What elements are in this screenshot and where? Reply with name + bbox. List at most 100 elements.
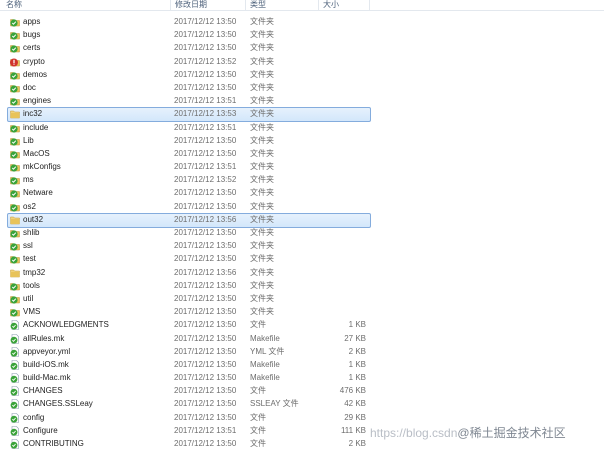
file-type: 文件夹 (250, 30, 274, 40)
tortoise-file-icon (10, 360, 20, 370)
file-size (320, 173, 366, 186)
file-row[interactable]: apps 2017/12/12 13:50 文件夹 (0, 15, 604, 28)
file-row-selected[interactable]: out32 2017/12/12 13:56 文件夹 (0, 212, 604, 229)
file-size: 1 KB (348, 373, 366, 383)
file-type: 文件夹 (250, 175, 274, 185)
file-modified-date: 2017/12/12 13:50 (174, 320, 237, 330)
column-divider[interactable] (369, 0, 370, 11)
tortoise-file-icon (10, 373, 20, 383)
file-type: 文件夹 (250, 56, 274, 66)
file-modified-date: 2017/12/12 13:50 (174, 17, 237, 26)
tortoise-folder-icon (10, 96, 20, 106)
file-name: crypto (23, 56, 45, 66)
file-modified-date: 2017/12/12 13:50 (174, 399, 237, 409)
file-size (320, 279, 366, 292)
file-row[interactable]: certs 2017/12/12 13:50 文件夹 (0, 41, 604, 54)
file-row[interactable]: VMS 2017/12/12 13:50 文件夹 (0, 305, 604, 318)
file-name: config (23, 412, 45, 422)
file-type: 文件夹 (250, 188, 274, 198)
file-size: 29 KB (344, 412, 366, 422)
file-type: 文件 (250, 386, 266, 396)
file-modified-date: 2017/12/12 13:50 (174, 228, 237, 237)
tortoise-folder-icon (10, 17, 20, 27)
file-row[interactable]: CHANGES.SSLeay 2017/12/12 13:50 SSLEAY 文件 4… (0, 397, 604, 410)
file-row[interactable]: appveyor.yml 2017/12/12 13:50 YML 文件 2 KB (0, 345, 604, 358)
column-header-date[interactable]: 修改日期 (171, 0, 245, 11)
tortoise-folder-icon (10, 175, 20, 185)
file-modified-date: 2017/12/12 13:53 (174, 109, 237, 119)
file-type: Makefile (250, 373, 280, 383)
file-type: 文件夹 (250, 280, 274, 290)
file-modified-date: 2017/12/12 13:50 (174, 280, 237, 290)
file-name: include (23, 122, 49, 132)
file-modified-date: 2017/12/12 13:52 (174, 175, 237, 185)
tortoise-folder-icon (10, 149, 20, 159)
file-type: 文件夹 (250, 267, 274, 277)
file-size: 27 KB (344, 333, 366, 343)
file-row[interactable]: doc 2017/12/12 13:50 文件夹 (0, 81, 604, 94)
tortoise-file-icon (10, 426, 20, 436)
file-row[interactable]: crypto 2017/12/12 13:52 文件夹 (0, 55, 604, 68)
file-size (320, 200, 366, 213)
file-size: 1 KB (348, 320, 366, 330)
column-header-type[interactable]: 类型 (246, 0, 318, 11)
file-row[interactable]: build-Mac.mk 2017/12/12 13:50 Makefile 1 KB (0, 371, 604, 384)
tortoise-file-icon (10, 412, 20, 423)
file-modified-date: 2017/12/12 13:50 (174, 254, 237, 264)
file-row[interactable]: demos 2017/12/12 13:50 文件夹 (0, 68, 604, 81)
file-row[interactable]: allRules.mk 2017/12/12 13:50 Makefile 27 KB (0, 332, 604, 345)
file-modified-date: 2017/12/12 13:50 (174, 439, 237, 448)
file-name: Lib (23, 135, 34, 145)
file-size (320, 305, 366, 318)
file-row[interactable]: os2 2017/12/12 13:50 文件夹 (0, 200, 604, 213)
file-size (320, 81, 366, 94)
tortoise-folder-icon (10, 70, 20, 80)
column-header-name[interactable]: 名称 (2, 0, 170, 11)
file-size (320, 226, 366, 239)
file-name: Netware (23, 188, 53, 198)
file-row[interactable]: MacOS 2017/12/12 13:50 文件夹 (0, 147, 604, 160)
column-header: 名称 修改日期 类型 大小 (0, 0, 604, 11)
file-type: 文件夹 (250, 293, 274, 303)
file-row[interactable]: include 2017/12/12 13:51 文件夹 (0, 121, 604, 134)
file-name: shlib (23, 228, 40, 237)
file-modified-date: 2017/12/12 13:52 (174, 56, 237, 66)
file-type: 文件夹 (250, 241, 274, 251)
file-name: apps (23, 17, 41, 26)
file-row[interactable]: tmp32 2017/12/12 13:56 文件夹 (0, 266, 604, 279)
file-name: ssl (23, 241, 33, 251)
file-row[interactable]: ms 2017/12/12 13:52 文件夹 (0, 173, 604, 186)
file-type: 文件夹 (250, 148, 274, 158)
file-row[interactable]: Lib 2017/12/12 13:50 文件夹 (0, 134, 604, 147)
tortoise-file-icon (10, 320, 20, 331)
file-row[interactable]: tools 2017/12/12 13:50 文件夹 (0, 279, 604, 292)
tortoise-folder-icon (10, 202, 20, 212)
file-name: VMS (23, 307, 41, 317)
file-size (320, 121, 366, 134)
file-name: build-Mac.mk (23, 373, 71, 383)
file-modified-date: 2017/12/12 13:50 (174, 373, 237, 383)
file-row[interactable]: Netware 2017/12/12 13:50 文件夹 (0, 186, 604, 199)
file-type: 文件夹 (250, 135, 274, 145)
file-row[interactable]: bugs 2017/12/12 13:50 文件夹 (0, 28, 604, 41)
file-row[interactable]: util 2017/12/12 13:50 文件夹 (0, 292, 604, 305)
file-modified-date: 2017/12/12 13:50 (174, 346, 237, 356)
file-row[interactable]: ACKNOWLEDGMENTS 2017/12/12 13:50 文件 1 KB (0, 318, 604, 331)
file-modified-date: 2017/12/12 13:51 (174, 96, 237, 106)
file-row[interactable]: engines 2017/12/12 13:51 文件夹 (0, 94, 604, 107)
file-modified-date: 2017/12/12 13:51 (174, 425, 237, 435)
file-row[interactable]: config 2017/12/12 13:50 文件 29 KB (0, 411, 604, 424)
file-type: 文件夹 (250, 307, 274, 317)
file-modified-date: 2017/12/12 13:50 (174, 135, 237, 145)
column-header-size[interactable]: 大小 (319, 0, 369, 11)
file-name: inc32 (23, 109, 43, 119)
file-row[interactable]: shlib 2017/12/12 13:50 文件夹 (0, 226, 604, 239)
file-row[interactable]: mkConfigs 2017/12/12 13:51 文件夹 (0, 160, 604, 173)
file-list: apps 2017/12/12 13:50 文件夹 bugs 2017/12/12 13… (0, 15, 604, 454)
file-row[interactable]: CHANGES 2017/12/12 13:50 文件 476 KB (0, 384, 604, 397)
file-row[interactable]: ssl 2017/12/12 13:50 文件夹 (0, 239, 604, 252)
file-row[interactable]: build-iOS.mk 2017/12/12 13:50 Makefile 1 KB (0, 358, 604, 371)
file-row[interactable]: test 2017/12/12 13:50 文件夹 (0, 252, 604, 265)
tortoise-folder-icon (10, 123, 20, 133)
file-row-selected[interactable]: inc32 2017/12/12 13:53 文件夹 (0, 107, 604, 123)
